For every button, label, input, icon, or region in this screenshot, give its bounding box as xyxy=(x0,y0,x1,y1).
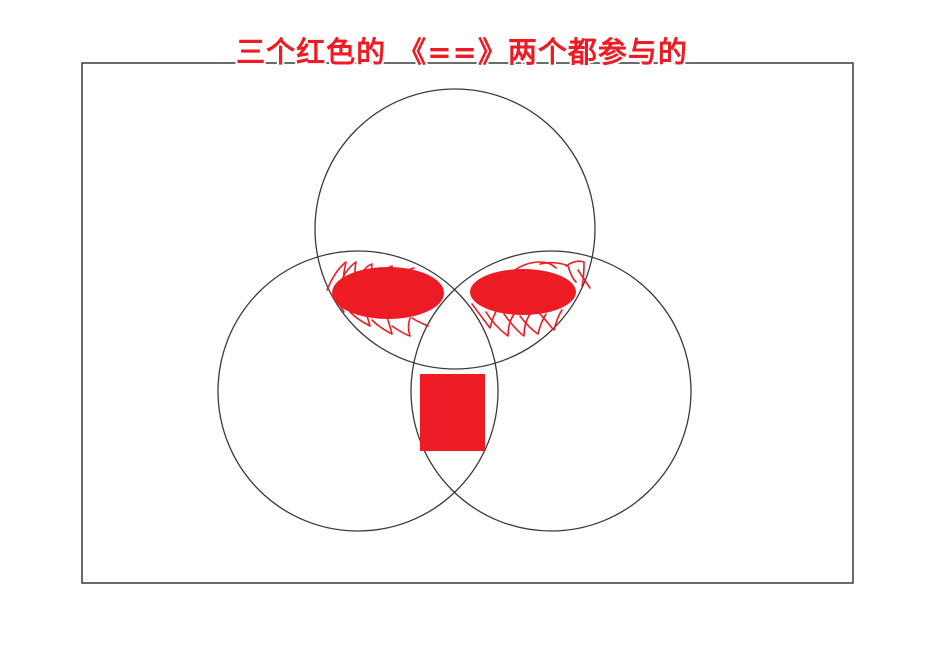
top-circle xyxy=(314,88,596,370)
universe-frame xyxy=(81,62,854,584)
highlight-top-left-overlap xyxy=(332,267,444,319)
highlight-bottom-overlap xyxy=(420,374,485,451)
highlight-top-right-overlap xyxy=(470,269,576,315)
diagram-title: 三个红色的 《==》两个都参与的 xyxy=(236,35,688,69)
venn-diagram: 三个红色的 《==》两个都参与的 xyxy=(81,33,854,584)
